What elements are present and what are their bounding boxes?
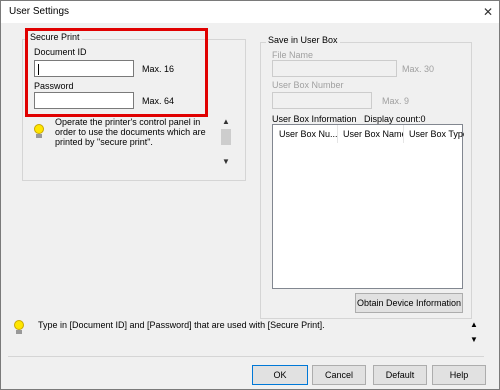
display-count: Display count:0 xyxy=(364,114,426,124)
scroll-down-icon[interactable]: ▼ xyxy=(220,157,232,166)
file-name-label: File Name xyxy=(272,50,314,60)
window-title: User Settings xyxy=(9,6,70,17)
scroll-up-icon[interactable]: ▲ xyxy=(220,117,232,126)
column-header-name[interactable]: User Box Name xyxy=(337,125,403,143)
hint-scrollbar[interactable]: ▲ ▼ xyxy=(220,117,232,169)
user-box-info-label: User Box Information xyxy=(272,114,357,124)
footer-message: Type in [Document ID] and [Password] tha… xyxy=(38,320,325,330)
cancel-button[interactable]: Cancel xyxy=(312,365,366,385)
highlight-rectangle xyxy=(25,28,208,117)
user-box-list[interactable]: User Box Nu... User Box Name User Box Ty… xyxy=(272,124,464,289)
column-header-type[interactable]: User Box Type xyxy=(403,125,464,143)
user-box-legend: Save in User Box xyxy=(266,35,340,45)
footer-scroll-down-icon[interactable]: ▼ xyxy=(470,335,478,344)
close-icon[interactable]: ✕ xyxy=(477,1,499,23)
lightbulb-icon xyxy=(14,320,24,334)
user-box-number-label: User Box Number xyxy=(272,80,344,90)
default-button[interactable]: Default xyxy=(373,365,427,385)
column-header-number[interactable]: User Box Nu... xyxy=(273,125,337,143)
user-box-number-max: Max. 9 xyxy=(382,96,410,106)
title-bar: User Settings ✕ xyxy=(1,1,499,23)
footer-scroll-up-icon[interactable]: ▲ xyxy=(470,320,478,329)
file-name-input[interactable] xyxy=(272,60,397,77)
lightbulb-icon xyxy=(34,124,44,138)
secure-print-hint: Operate the printer's control panel in o… xyxy=(55,117,206,147)
help-button[interactable]: Help xyxy=(432,365,486,385)
ok-button[interactable]: OK xyxy=(252,365,308,385)
obtain-device-info-button[interactable]: Obtain Device Information xyxy=(355,293,463,313)
footer-divider xyxy=(8,356,484,357)
scroll-thumb[interactable] xyxy=(221,129,231,145)
file-name-max: Max. 30 xyxy=(402,64,435,74)
user-box-number-input[interactable] xyxy=(272,92,372,109)
